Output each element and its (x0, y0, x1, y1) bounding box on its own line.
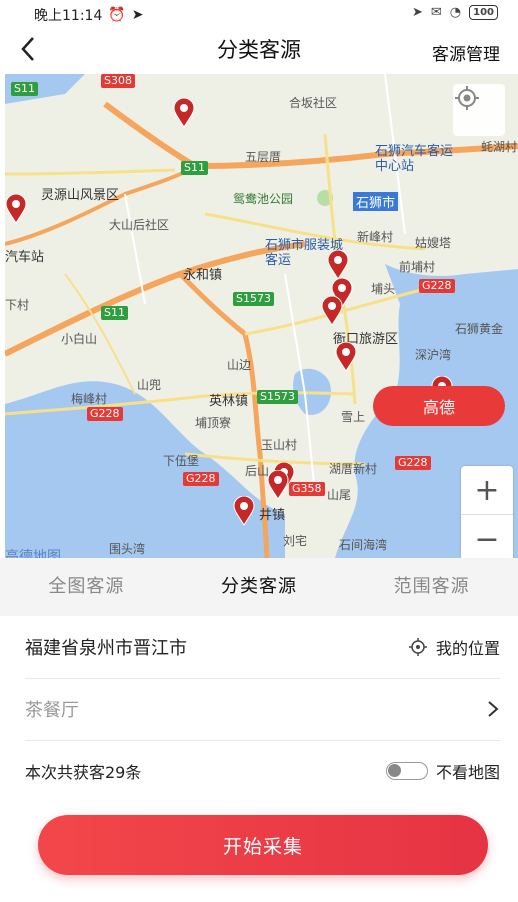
source-management-button[interactable]: 客源管理 (432, 40, 500, 65)
tab-category[interactable]: 分类客源 (173, 558, 346, 616)
map-pin-icon[interactable] (335, 342, 357, 372)
map-place-label: 山兜 (137, 378, 162, 392)
hide-map-toggle[interactable] (385, 762, 428, 780)
target-icon (408, 638, 427, 656)
map-logo: 高德地图 (5, 549, 61, 558)
status-bar: 晚上11:14 ⏰ ➤ ➤ ✉ ◔ 100 (0, 0, 518, 28)
map-pin-icon[interactable] (321, 296, 343, 326)
map-view[interactable]: S11 S11 S1573 S1573 S11 G228 G228 G228 G… (5, 74, 518, 558)
road-badge: S11 (11, 82, 38, 96)
map-place-label: 刘宅 (283, 534, 308, 548)
map-place-label: 围头湾 (109, 542, 146, 556)
road-badge: S11 (101, 306, 128, 320)
road-badge: S1573 (233, 292, 274, 306)
road-badge: G228 (183, 472, 219, 486)
zoom-in-button[interactable]: + (461, 466, 513, 515)
map-place-label: 石狮市 (353, 192, 399, 211)
location-text: 福建省泉州市晋江市 (25, 638, 187, 659)
map-place-label: 湖厝新村 (329, 462, 378, 476)
battery-icon: 100 (469, 5, 498, 20)
nav-bar: 分类客源 客源管理 (0, 28, 518, 74)
map-place-label: 石狮黄金 (455, 322, 504, 336)
location-arrow-icon: ➤ (131, 7, 144, 23)
road-badge: G228 (395, 456, 431, 470)
map-place-label: 鸳鸯池公园 (233, 192, 294, 206)
map-place-label: 梅峰村 (71, 392, 108, 406)
map-place-label: 五层厝 (245, 150, 282, 164)
map-place-label: 大山后社区 (109, 218, 170, 232)
zoom-out-button[interactable]: − (461, 515, 513, 558)
map-pin-icon[interactable] (267, 470, 289, 500)
locate-button[interactable] (453, 84, 505, 136)
map-place-label: 永和镇 (183, 268, 223, 283)
map-place-label: 山边 (227, 358, 252, 372)
map-place-label: 灵源山风景区 (41, 188, 120, 203)
map-pin-icon[interactable] (173, 98, 195, 128)
road-badge: S11 (181, 161, 208, 175)
road-badge: S1573 (257, 390, 298, 404)
road-badge: G228 (419, 279, 455, 293)
map-place-label: 雪上 (341, 410, 366, 424)
category-row[interactable]: 茶餐厅 (25, 678, 500, 741)
my-location-button[interactable]: 我的位置 (408, 635, 500, 659)
toggle-knob (387, 764, 401, 777)
map-place-label: 埔头 (371, 282, 396, 296)
tab-bar: 全图客源 分类客源 范围客源 (0, 558, 518, 616)
summary-text: 本次共获客29条 (25, 763, 142, 782)
map-place-label: 下伍堡 (163, 454, 200, 468)
map-place-label: 后山 (245, 464, 270, 478)
map-place-label: 玉山村 (261, 438, 298, 452)
crosshair-icon (455, 86, 479, 110)
map-place-label: 汽车站 (5, 250, 45, 265)
map-place-label: 井镇 (259, 508, 286, 523)
wifi-icon: ◔ (449, 5, 462, 20)
map-place-label: 英林镇 (209, 394, 249, 409)
map-place-label: 埔顶寮 (195, 416, 232, 430)
alarm-icon: ⏰ (108, 7, 126, 23)
map-place-label: 前埔村 (399, 260, 436, 274)
map-place-label: 小白山 (61, 332, 98, 346)
map-place-label: 山尾 (327, 488, 352, 502)
location-row[interactable]: 福建省泉州市晋江市 我的位置 (25, 616, 500, 679)
map-pin-icon[interactable] (233, 496, 255, 526)
map-place-label: 下村 (5, 298, 30, 312)
my-location-label: 我的位置 (435, 639, 500, 658)
zoom-control: + − (461, 466, 513, 558)
map-place-label: 姑嫂塔 (415, 236, 452, 250)
status-time: 晚上11:14 (34, 8, 103, 24)
location-arrow-icon: ➤ (411, 5, 423, 20)
map-place-label: 新峰村 (357, 230, 394, 244)
map-pin-icon[interactable] (327, 250, 349, 280)
map-place-label: 深沪湾 (415, 348, 452, 362)
start-collect-button[interactable]: 开始采集 (38, 815, 488, 875)
hide-map-label: 不看地图 (435, 763, 500, 782)
map-place-label: 石狮汽车客运中心站 (375, 144, 454, 174)
map-pin-icon[interactable] (5, 194, 27, 224)
road-badge: S308 (101, 74, 135, 88)
map-place-label: 石间海湾 (339, 538, 388, 552)
tab-all-map[interactable]: 全图客源 (0, 558, 173, 616)
chevron-right-icon (488, 701, 499, 717)
summary-row: 本次共获客29条 不看地图 (25, 740, 500, 802)
category-text: 茶餐厅 (25, 700, 79, 721)
gaode-button[interactable]: 高德 (373, 386, 505, 426)
map-place-label: 蚝湖村 (481, 140, 518, 154)
message-icon: ✉ (430, 5, 442, 20)
road-badge: G228 (87, 407, 123, 421)
map-place-label: 合坂社区 (289, 96, 338, 110)
tab-range[interactable]: 范围客源 (345, 558, 518, 616)
